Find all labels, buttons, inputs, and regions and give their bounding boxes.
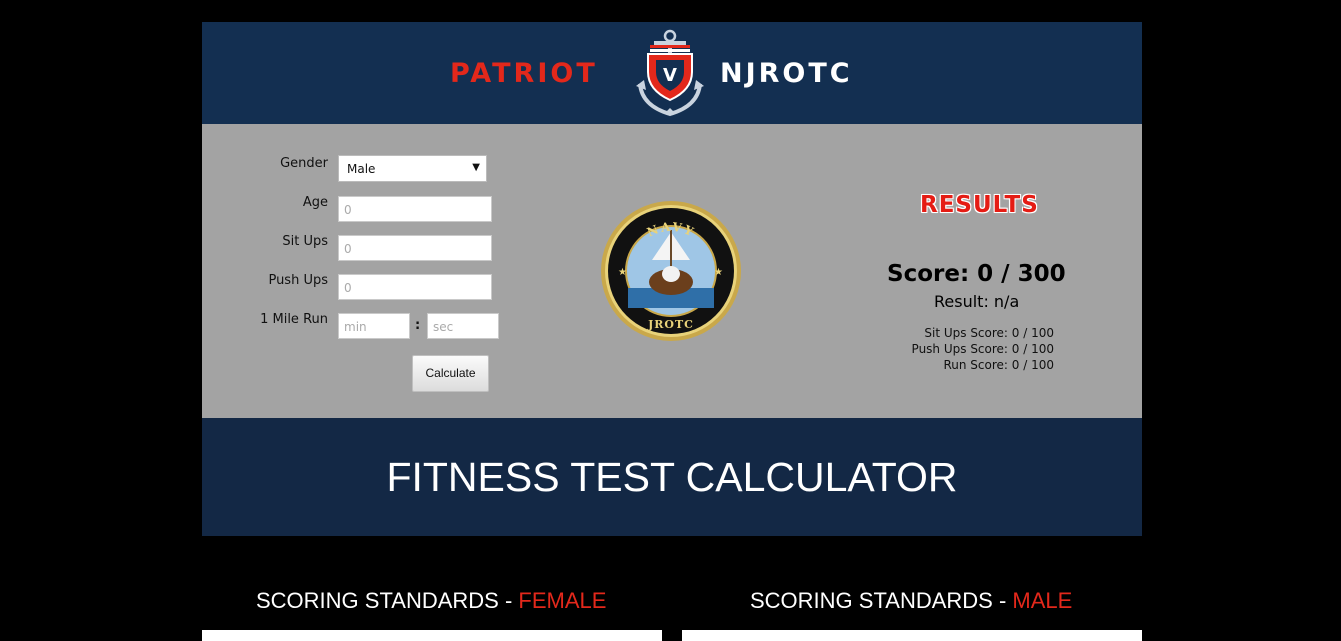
- page-container: PATRIOT V NJROTC Gender Male ▼ Age 0 Sit…: [202, 22, 1142, 536]
- svg-text:★: ★: [714, 267, 723, 278]
- run-label: 1 Mile Run: [260, 312, 328, 327]
- site-header: PATRIOT V NJROTC: [202, 22, 1142, 124]
- run-time-separator: :: [415, 318, 421, 333]
- age-input[interactable]: 0: [338, 196, 492, 222]
- anchor-shield-logo: V: [636, 29, 704, 117]
- standards-prefix: SCORING STANDARDS -: [750, 588, 1013, 613]
- seal-bottom-text: JROTC: [647, 318, 694, 331]
- total-score: Score: 0 / 300: [887, 261, 1066, 287]
- standards-female-label: FEMALE: [518, 588, 607, 613]
- situps-score: Sit Ups Score: 0 / 100: [924, 326, 1054, 340]
- navy-jrotc-seal: NAVY JROTC ★ ★: [601, 201, 741, 341]
- results-heading: RESULTS: [920, 192, 1039, 218]
- brand-njrotc: NJROTC: [720, 58, 853, 89]
- pushups-label: Push Ups: [268, 273, 328, 288]
- result-status: Result: n/a: [934, 292, 1020, 311]
- page-title: FITNESS TEST CALCULATOR: [386, 454, 958, 500]
- standards-male-label: MALE: [1012, 588, 1073, 613]
- chevron-down-icon: ▼: [472, 162, 480, 173]
- title-banner: FITNESS TEST CALCULATOR: [202, 418, 1142, 536]
- female-standards-table: [202, 630, 662, 641]
- gender-select[interactable]: Male ▼: [338, 155, 487, 182]
- scoring-standards-male-heading: SCORING STANDARDS - MALE: [750, 588, 1072, 614]
- pushups-input[interactable]: 0: [338, 274, 492, 300]
- run-score: Run Score: 0 / 100: [943, 358, 1054, 372]
- situps-input[interactable]: 0: [338, 235, 492, 261]
- sub-scores: Sit Ups Score: 0 / 100 Push Ups Score: 0…: [912, 325, 1054, 373]
- male-standards-table: [682, 630, 1142, 641]
- run-minutes-input[interactable]: min: [338, 313, 410, 339]
- run-seconds-input[interactable]: sec: [427, 313, 499, 339]
- calculate-button[interactable]: Calculate: [412, 355, 489, 392]
- gender-label: Gender: [280, 156, 328, 171]
- scoring-standards-female-heading: SCORING STANDARDS - FEMALE: [256, 588, 606, 614]
- svg-text:★: ★: [618, 267, 627, 278]
- svg-text:V: V: [663, 65, 677, 86]
- situps-label: Sit Ups: [282, 234, 328, 249]
- gender-select-value: Male: [347, 162, 376, 176]
- brand-patriot: PATRIOT: [450, 58, 598, 89]
- age-label: Age: [302, 195, 328, 210]
- pushups-score: Push Ups Score: 0 / 100: [911, 342, 1054, 356]
- calculator-panel: Gender Male ▼ Age 0 Sit Ups 0 Push Ups 0…: [202, 124, 1142, 418]
- standards-prefix: SCORING STANDARDS -: [256, 588, 519, 613]
